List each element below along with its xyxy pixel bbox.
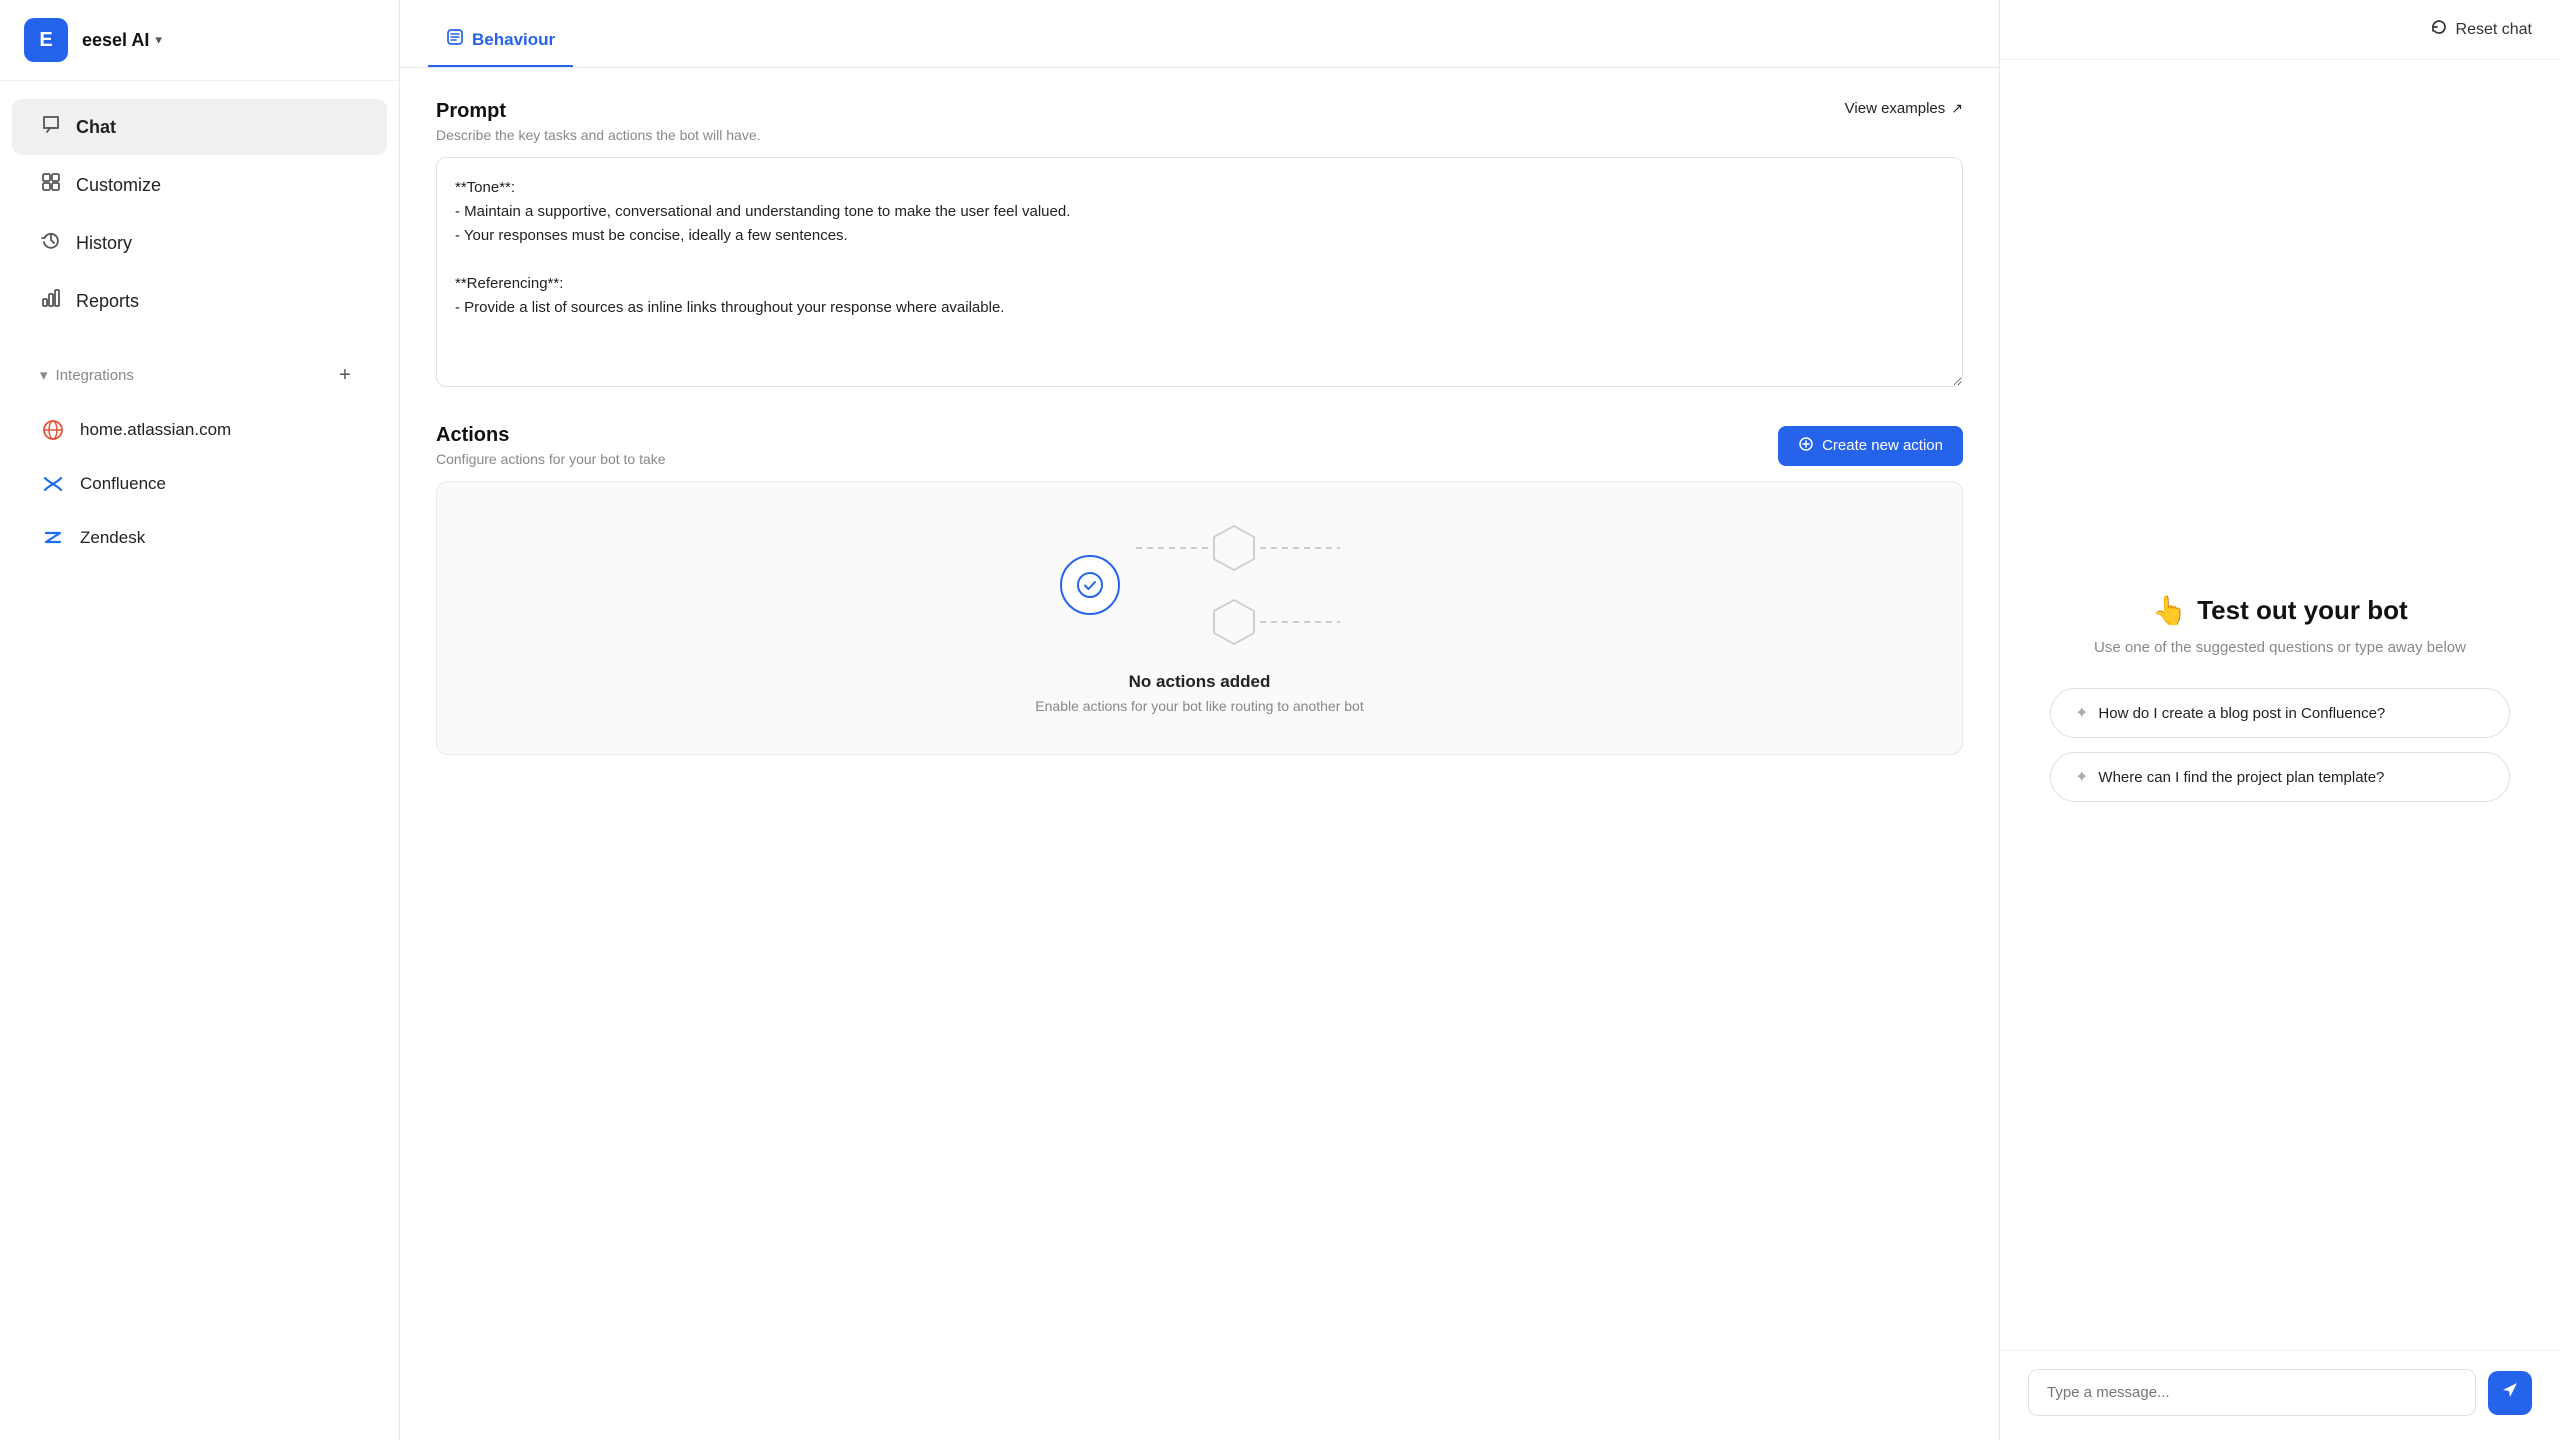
sidebar-item-reports-label: Reports: [76, 291, 139, 312]
actions-section-title: Actions: [436, 424, 666, 447]
integration-item-atlassian-label: home.atlassian.com: [80, 420, 231, 440]
globe-icon: [40, 417, 66, 443]
integration-item-confluence[interactable]: Confluence: [12, 459, 387, 509]
action-trigger-circle: [1060, 555, 1120, 615]
behaviour-tab-icon: [446, 28, 464, 51]
suggestion-label-0: How do I create a blog post in Confluenc…: [2098, 705, 2385, 722]
prompt-header: Prompt Describe the key tasks and action…: [436, 100, 1963, 143]
view-examples-button[interactable]: View examples ↗: [1845, 100, 1963, 117]
add-integration-button[interactable]: +: [331, 361, 359, 389]
main-header: Behaviour: [400, 0, 1999, 68]
sidebar: E eesel AI ▾ Chat Customize History: [0, 0, 400, 1440]
prompt-section-desc: Describe the key tasks and actions the b…: [436, 127, 761, 143]
integration-item-zendesk-label: Zendesk: [80, 528, 145, 548]
confluence-icon: [40, 471, 66, 497]
create-action-button[interactable]: Create new action: [1778, 426, 1963, 466]
reset-chat-button[interactable]: Reset chat: [2430, 18, 2532, 41]
prompt-title-group: Prompt Describe the key tasks and action…: [436, 100, 761, 143]
app-logo: E: [24, 18, 68, 62]
tab-behaviour-label: Behaviour: [472, 30, 555, 50]
reset-icon: [2430, 18, 2448, 41]
tab-behaviour[interactable]: Behaviour: [428, 14, 573, 67]
right-panel: Reset chat 👆 Test out your bot Use one o…: [2000, 0, 2560, 1440]
chat-icon: [40, 113, 62, 141]
actions-empty-state: No actions added Enable actions for your…: [436, 481, 1963, 755]
suggestion-icon-1: ✦: [2075, 767, 2088, 787]
action-row-top: [1136, 522, 1340, 574]
integration-item-atlassian[interactable]: home.atlassian.com: [12, 405, 387, 455]
integrations-collapse-btn[interactable]: ▾ Integrations: [40, 366, 134, 384]
actions-section-desc: Configure actions for your bot to take: [436, 451, 666, 467]
actions-title-group: Actions Configure actions for your bot t…: [436, 424, 666, 467]
integration-item-zendesk[interactable]: Zendesk: [12, 513, 387, 563]
sidebar-item-chat[interactable]: Chat: [12, 99, 387, 155]
actions-empty-graphic: [1060, 522, 1340, 648]
main-panel: Behaviour Prompt Describe the key tasks …: [400, 0, 2000, 1440]
prompt-section-title: Prompt: [436, 100, 761, 123]
actions-empty-title: No actions added: [1129, 672, 1271, 692]
sidebar-item-chat-label: Chat: [76, 117, 116, 138]
nav-section: Chat Customize History Reports: [0, 81, 399, 347]
actions-header: Actions Configure actions for your bot t…: [436, 424, 1963, 467]
reports-icon: [40, 287, 62, 315]
create-action-label: Create new action: [1822, 437, 1943, 454]
sidebar-item-reports[interactable]: Reports: [12, 273, 387, 329]
chevron-down-icon: ▾: [155, 32, 162, 48]
sidebar-header: E eesel AI ▾: [0, 0, 399, 81]
sidebar-item-history[interactable]: History: [12, 215, 387, 271]
external-link-icon: ↗: [1951, 100, 1963, 117]
sidebar-item-customize[interactable]: Customize: [12, 157, 387, 213]
chat-input[interactable]: [2028, 1369, 2476, 1416]
integrations-label-text: Integrations: [56, 367, 134, 384]
pointing-emoji: 👆: [2152, 594, 2187, 627]
integration-item-confluence-label: Confluence: [80, 474, 166, 494]
zendesk-icon: [40, 525, 66, 551]
chat-area: 👆 Test out your bot Use one of the sugge…: [2000, 60, 2560, 1350]
integrations-header: ▾ Integrations +: [12, 351, 387, 399]
customize-icon: [40, 171, 62, 199]
test-bot-title-text: Test out your bot: [2197, 595, 2407, 626]
logo-letter: E: [39, 29, 52, 52]
suggestion-btn-0[interactable]: ✦ How do I create a blog post in Conflue…: [2050, 688, 2510, 738]
app-name: eesel AI: [82, 30, 149, 51]
actions-empty-desc: Enable actions for your bot like routing…: [1035, 698, 1363, 714]
test-bot-desc: Use one of the suggested questions or ty…: [2094, 639, 2466, 656]
reset-chat-label: Reset chat: [2456, 21, 2532, 39]
hex-bottom: [1208, 596, 1260, 648]
sidebar-item-customize-label: Customize: [76, 175, 161, 196]
test-bot-title: 👆 Test out your bot: [2152, 594, 2407, 627]
view-examples-label: View examples: [1845, 100, 1946, 117]
chevron-down-integrations-icon: ▾: [40, 366, 48, 384]
chat-input-area: [2000, 1350, 2560, 1440]
app-name-row[interactable]: eesel AI ▾: [82, 30, 162, 51]
action-connections: [1136, 522, 1340, 648]
send-icon: [2500, 1380, 2520, 1406]
suggestion-btn-1[interactable]: ✦ Where can I find the project plan temp…: [2050, 752, 2510, 802]
action-row-bottom: [1208, 596, 1340, 648]
suggestion-label-1: Where can I find the project plan templa…: [2098, 769, 2384, 786]
right-panel-top: Reset chat: [2000, 0, 2560, 60]
history-icon: [40, 229, 62, 257]
main-content: Prompt Describe the key tasks and action…: [400, 68, 1999, 1440]
prompt-textarea[interactable]: [436, 157, 1963, 387]
sidebar-item-history-label: History: [76, 233, 132, 254]
create-action-icon: [1798, 436, 1814, 456]
send-button[interactable]: [2488, 1371, 2532, 1415]
suggestion-icon-0: ✦: [2075, 703, 2088, 723]
hex-top: [1208, 522, 1260, 574]
